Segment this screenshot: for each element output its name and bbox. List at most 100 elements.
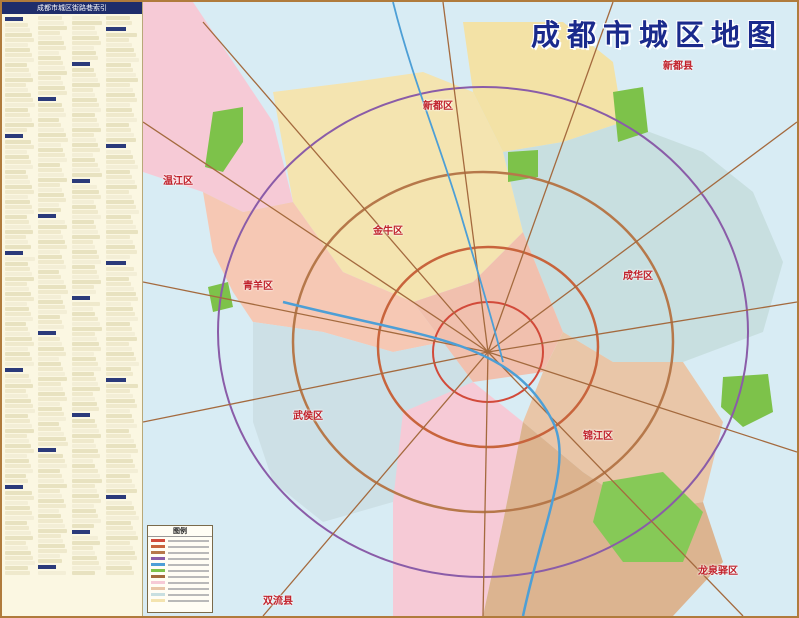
index-entry — [106, 210, 139, 214]
index-entry — [5, 352, 30, 356]
index-entry — [106, 21, 133, 25]
index-entry — [5, 464, 31, 468]
index-section-header — [106, 261, 126, 265]
index-entry — [106, 506, 135, 510]
index-entry — [106, 38, 130, 42]
index-entry — [72, 220, 94, 224]
index-entry — [38, 138, 68, 142]
index-column-4 — [106, 15, 139, 614]
index-entry — [38, 484, 67, 488]
index-entry — [72, 332, 95, 336]
index-entry — [106, 235, 131, 239]
index-entry — [72, 285, 94, 289]
index-entry — [106, 230, 138, 234]
index-entry — [5, 292, 32, 296]
street-index-panel[interactable]: 成都市城区街路巷索引 — [2, 2, 143, 616]
index-section-header — [72, 530, 90, 534]
index-entry — [106, 307, 134, 311]
index-entry — [38, 300, 63, 304]
index-entry — [5, 287, 30, 291]
index-entry — [5, 454, 27, 458]
label-chenghua: 成华区 — [623, 271, 653, 282]
index-entry — [106, 272, 137, 276]
index-entry — [106, 78, 138, 82]
label-wenjiang: 温江区 — [163, 176, 193, 187]
index-entry — [72, 514, 99, 518]
index-entry — [5, 180, 31, 184]
legend-row — [151, 598, 209, 603]
index-entry — [72, 546, 93, 550]
index-entry — [106, 175, 133, 179]
map-canvas[interactable] — [143, 2, 797, 616]
index-entry — [106, 123, 130, 127]
index-entry — [38, 230, 61, 234]
index-entry — [38, 240, 65, 244]
index-entry — [72, 173, 102, 177]
city-map[interactable]: 成都市城区地图 新都区 新都县 温江区 青羊区 金牛区 成华区 武侯区 锦江区 … — [143, 2, 797, 616]
index-entry — [106, 566, 133, 570]
index-entry — [106, 63, 132, 67]
index-entry — [38, 143, 61, 147]
index-entry — [72, 322, 100, 326]
index-entry — [38, 265, 67, 269]
index-entry — [72, 225, 96, 229]
index-entry — [38, 41, 64, 45]
index-section-header — [38, 331, 56, 335]
index-entry — [5, 469, 33, 473]
index-entry — [72, 561, 100, 565]
index-entry — [5, 459, 29, 463]
index-entry — [5, 150, 27, 154]
index-entry — [106, 449, 139, 453]
index-entry — [106, 474, 131, 478]
index-entry — [72, 377, 96, 381]
index-entry — [72, 26, 95, 30]
index-entry — [5, 394, 29, 398]
index-entry — [72, 302, 101, 306]
index-entry — [38, 250, 60, 254]
index-entry — [5, 404, 33, 408]
index-entry — [5, 58, 34, 62]
index-entry — [5, 551, 31, 555]
index-entry — [106, 419, 135, 423]
index-entry — [5, 240, 29, 244]
index-entry — [38, 377, 68, 381]
index-entry — [106, 444, 137, 448]
index-entry — [72, 444, 96, 448]
index-entry — [5, 262, 28, 266]
index-entry — [38, 158, 68, 162]
index-entry — [5, 277, 35, 281]
index-entry — [5, 496, 35, 500]
index-entry — [5, 128, 28, 132]
index-entry — [5, 220, 29, 224]
index-entry — [72, 337, 97, 341]
index-entry — [5, 322, 26, 326]
index-entry — [106, 180, 135, 184]
index-entry — [106, 352, 135, 356]
index-entry — [5, 312, 31, 316]
index-entry — [38, 46, 66, 50]
index-entry — [72, 260, 102, 264]
index-entry — [5, 419, 30, 423]
index-entry — [72, 168, 100, 172]
index-entry — [5, 429, 35, 433]
index-entry — [5, 225, 32, 229]
index-entry — [72, 342, 99, 346]
index-entry — [72, 46, 95, 50]
index-entry — [38, 422, 60, 426]
index-entry — [106, 43, 132, 47]
index-entry — [5, 501, 28, 505]
index-entry — [38, 123, 62, 127]
index-entry — [72, 484, 95, 488]
index-entry — [5, 307, 29, 311]
index-entry — [72, 51, 97, 55]
index-entry — [72, 41, 102, 45]
index-entry — [106, 16, 131, 20]
index-entry — [5, 145, 34, 149]
index-entry — [5, 521, 27, 525]
index-entry — [5, 479, 29, 483]
index-section-header — [38, 97, 56, 101]
index-entry — [106, 240, 133, 244]
index-entry — [38, 21, 65, 25]
index-entry — [5, 374, 29, 378]
index-entry — [106, 464, 136, 468]
